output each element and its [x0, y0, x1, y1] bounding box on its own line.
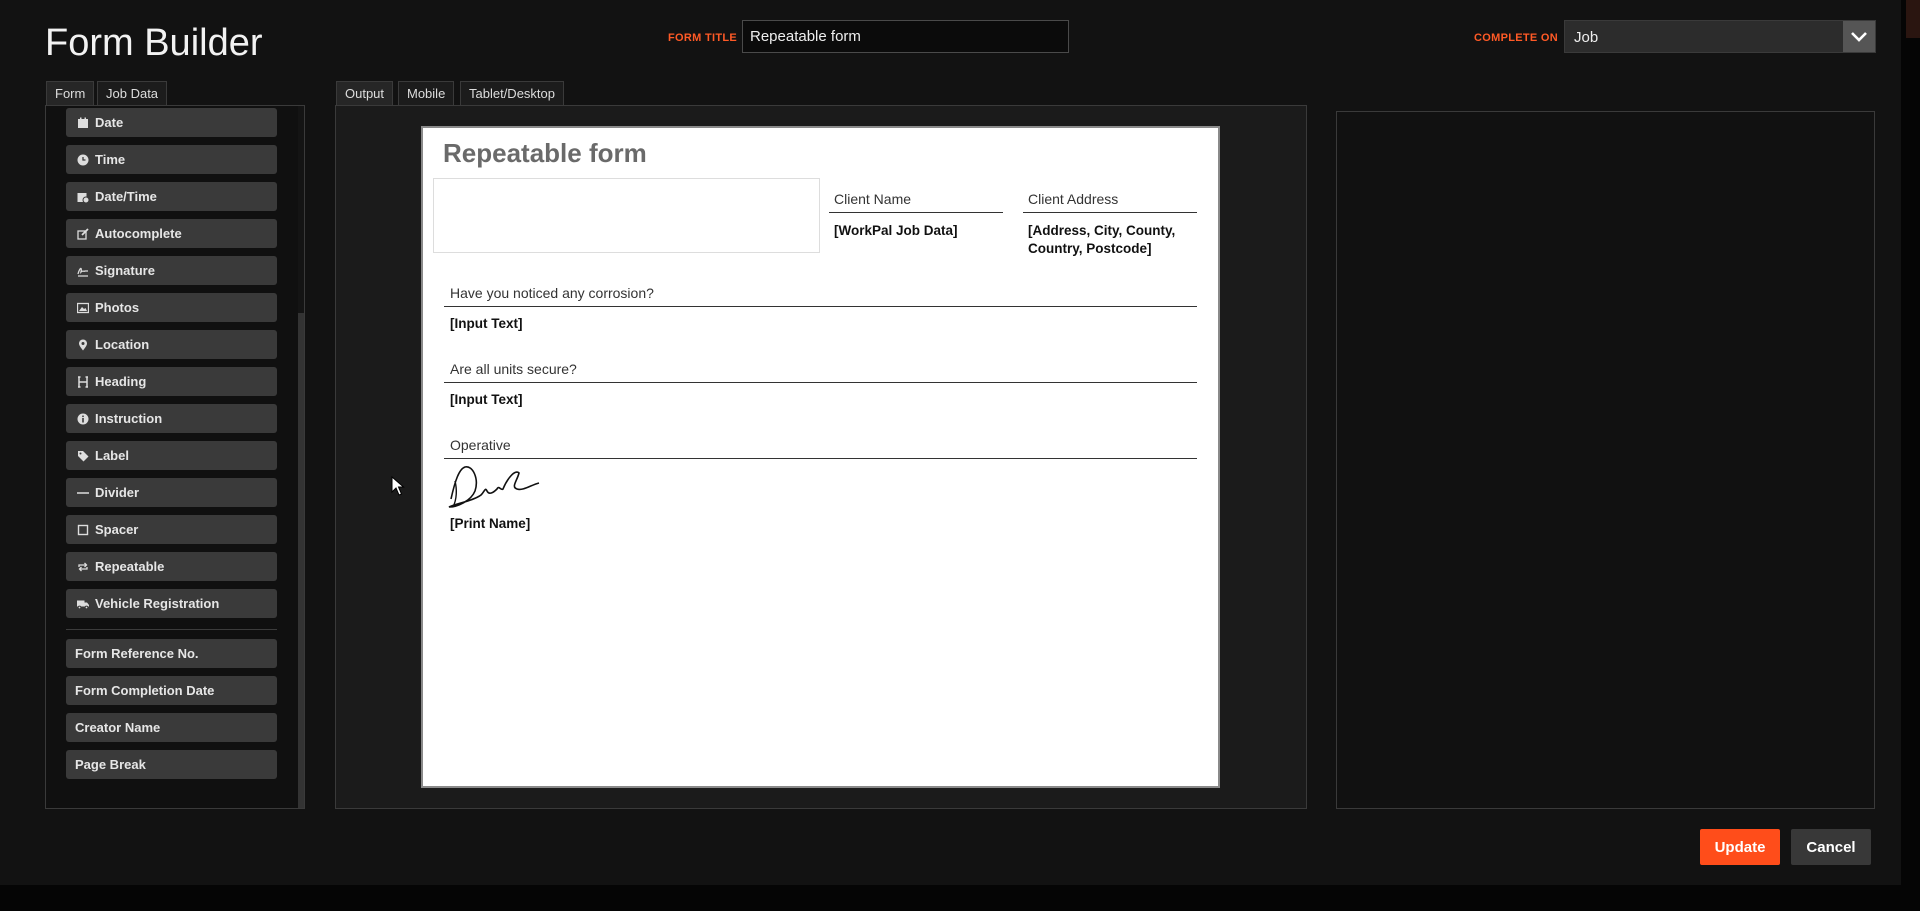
mouse-cursor-icon	[391, 476, 405, 496]
operative-label: Operative	[450, 437, 511, 453]
palette-item-form-completion-date[interactable]: Form Completion Date	[66, 676, 277, 705]
field-underline	[1023, 212, 1197, 213]
question-corrosion-label: Have you noticed any corrosion?	[450, 285, 654, 301]
properties-panel	[1336, 111, 1875, 809]
field-underline	[444, 382, 1197, 383]
field-palette: Date Time Date/Time Autocomplete Signatu…	[45, 105, 305, 809]
palette-item-label: Photos	[95, 300, 140, 315]
palette-item-label: Date/Time	[95, 189, 157, 204]
signature-image	[448, 466, 540, 508]
client-address-label: Client Address	[1028, 191, 1119, 207]
signature-icon	[75, 265, 91, 277]
palette-item-form-reference-no[interactable]: Form Reference No.	[66, 639, 277, 668]
palette-item-label: Heading	[95, 374, 147, 389]
field-underline	[444, 306, 1197, 307]
palette-item-divider[interactable]: Divider	[66, 478, 277, 507]
form-preview-panel: Repeatable form Client Name [WorkPal Job…	[335, 105, 1307, 809]
palette-item-label: Vehicle Registration	[95, 596, 220, 611]
operative-print-name: [Print Name]	[450, 516, 531, 531]
palette-item-label: Time	[95, 152, 126, 167]
image-icon	[75, 302, 91, 314]
palette-item-spacer[interactable]: Spacer	[66, 515, 277, 544]
palette-item-autocomplete[interactable]: Autocomplete	[66, 219, 277, 248]
palette-item-repeatable[interactable]: Repeatable	[66, 552, 277, 581]
truck-icon	[75, 598, 91, 610]
tab-label: Output	[345, 86, 385, 101]
logo-placeholder	[433, 178, 820, 253]
line-icon	[75, 487, 91, 499]
palette-item-label: Form Reference No.	[75, 646, 199, 661]
palette-divider	[66, 629, 277, 630]
client-name-value: [WorkPal Job Data]	[834, 223, 958, 238]
question-units-secure-value: [Input Text]	[450, 392, 523, 407]
palette-item-vehicle-registration[interactable]: Vehicle Registration	[66, 589, 277, 618]
palette-item-label: Form Completion Date	[75, 683, 215, 698]
question-corrosion-value: [Input Text]	[450, 316, 523, 331]
palette-item-label: Page Break	[75, 757, 146, 772]
form-output-page: Repeatable form Client Name [WorkPal Job…	[421, 126, 1220, 788]
tab-output[interactable]: Output	[336, 81, 394, 105]
palette-item-label: Date	[95, 115, 124, 130]
cancel-button[interactable]: Cancel	[1791, 829, 1871, 865]
calendar-clock-icon	[75, 191, 91, 203]
palette-item-label: Location	[95, 337, 150, 352]
palette-item-label: Signature	[95, 263, 155, 278]
palette-item-label: Repeatable	[95, 559, 165, 574]
palette-item-date-time[interactable]: Date/Time	[66, 182, 277, 211]
palette-item-location[interactable]: Location	[66, 330, 277, 359]
edit-icon	[75, 227, 91, 240]
tab-label: Job Data	[106, 86, 159, 101]
palette-item-creator-name[interactable]: Creator Name	[66, 713, 277, 742]
field-underline	[444, 458, 1197, 459]
palette-item-signature[interactable]: Signature	[66, 256, 277, 285]
complete-on-value: Job	[1574, 29, 1599, 46]
complete-on-label: COMPLETE ON	[1474, 32, 1558, 44]
palette-item-label: Divider	[95, 485, 140, 500]
palette-item-heading[interactable]: Heading	[66, 367, 277, 396]
tab-tablet-desktop[interactable]: Tablet/Desktop	[460, 81, 564, 105]
form-title-label: FORM TITLE	[668, 32, 737, 44]
calendar-icon	[75, 117, 91, 129]
palette-item-label: Autocomplete	[95, 226, 182, 241]
palette-scrollbar[interactable]	[298, 106, 304, 808]
palette-item-photos[interactable]: Photos	[66, 293, 277, 322]
info-icon	[75, 413, 91, 425]
complete-on-select[interactable]: Job	[1564, 20, 1876, 53]
tab-form[interactable]: Form	[46, 81, 95, 105]
tab-mobile[interactable]: Mobile	[398, 81, 455, 105]
palette-item-date[interactable]: Date	[66, 108, 277, 137]
window-corner-accent	[1906, 0, 1920, 38]
map-pin-icon	[75, 339, 91, 351]
palette-item-label: Creator Name	[75, 720, 161, 735]
palette-item-instruction[interactable]: Instruction	[66, 404, 277, 433]
chevron-down-icon[interactable]	[1843, 21, 1875, 52]
tab-job-data[interactable]: Job Data	[97, 81, 168, 105]
client-address-value-line-2: Country, Postcode]	[1028, 241, 1152, 256]
question-units-secure-label: Are all units secure?	[450, 361, 577, 377]
page-title: Form Builder	[45, 22, 263, 64]
repeat-icon	[75, 561, 91, 573]
form-builder-window: Form Builder FORM TITLE COMPLETE ON Job …	[0, 0, 1901, 885]
form-output-title: Repeatable form	[443, 138, 647, 168]
palette-scrollbar-thumb[interactable]	[298, 313, 304, 808]
tab-label: Form	[55, 86, 86, 101]
palette-item-label: Label	[95, 448, 129, 463]
square-dashed-icon	[75, 524, 91, 536]
client-address-value-line-1: [Address, City, County,	[1028, 223, 1176, 238]
tag-icon	[75, 450, 91, 462]
field-underline	[829, 212, 1003, 213]
clock-icon	[75, 154, 91, 166]
heading-icon	[75, 375, 91, 388]
update-button[interactable]: Update	[1700, 829, 1780, 865]
client-name-label: Client Name	[834, 191, 912, 207]
palette-item-label-field[interactable]: Label	[66, 441, 277, 470]
form-title-input[interactable]	[742, 20, 1069, 53]
palette-item-label: Spacer	[95, 522, 139, 537]
palette-item-time[interactable]: Time	[66, 145, 277, 174]
palette-item-label: Instruction	[95, 411, 163, 426]
tab-label: Tablet/Desktop	[469, 86, 555, 101]
palette-item-page-break[interactable]: Page Break	[66, 750, 277, 779]
tab-label: Mobile	[407, 86, 446, 101]
